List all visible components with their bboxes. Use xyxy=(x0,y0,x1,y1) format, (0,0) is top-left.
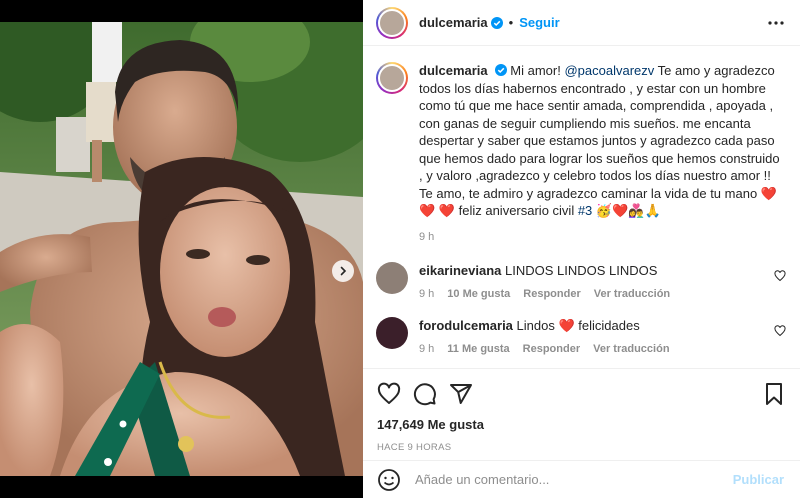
caption-lead: Mi amor! xyxy=(510,63,565,78)
comment-time[interactable]: 9 h xyxy=(419,288,434,300)
caption-mention[interactable]: @pacoalvarezv xyxy=(564,63,654,78)
comment-like-heart-icon[interactable] xyxy=(774,325,786,337)
caption-text-2: feliz aniversario civil xyxy=(455,203,578,218)
caption-meta: 9 h xyxy=(419,229,786,247)
comment-username[interactable]: eikarineviana xyxy=(419,263,501,278)
chevron-right-icon xyxy=(340,266,347,276)
comment-item: eikarineviana LINDOS LINDOS LINDOS 9 h 1… xyxy=(376,262,786,300)
comment-likes[interactable]: 10 Me gusta xyxy=(447,288,510,300)
comment-item: forodulcemaria Lindos ❤️ felicidades 9 h… xyxy=(376,317,786,355)
post-photo[interactable] xyxy=(0,22,363,476)
heart-icon[interactable] xyxy=(377,382,401,406)
comment-text-line: forodulcemaria Lindos ❤️ felicidades xyxy=(419,317,670,334)
reply-button[interactable]: Responder xyxy=(523,288,580,300)
avatar[interactable] xyxy=(376,6,408,39)
comment-body: forodulcemaria Lindos ❤️ felicidades 9 h… xyxy=(419,317,670,355)
comment-icon[interactable] xyxy=(413,382,437,406)
smiley-icon[interactable] xyxy=(377,468,401,492)
share-icon[interactable] xyxy=(449,382,473,406)
comment-input[interactable] xyxy=(415,472,733,487)
comment-text: Lindos xyxy=(516,318,559,333)
post-timestamp[interactable]: HACE 9 HORAS xyxy=(377,442,786,453)
header-separator: • xyxy=(508,15,514,30)
post-image xyxy=(0,22,363,476)
follow-button[interactable]: Seguir xyxy=(519,15,559,30)
comment-likes[interactable]: 11 Me gusta xyxy=(447,343,509,355)
translate-button[interactable]: Ver traducción xyxy=(594,288,670,300)
caption-emoji-heart: ❤️ xyxy=(438,203,455,218)
caption-body: dulcemaria Mi amor! @pacoalvarezv Te amo… xyxy=(419,62,786,246)
avatar[interactable] xyxy=(376,317,408,349)
add-comment-bar: Publicar xyxy=(363,460,800,498)
more-options-icon[interactable] xyxy=(766,13,786,33)
verified-badge-icon xyxy=(494,64,507,76)
caption-time[interactable]: 9 h xyxy=(419,229,434,247)
caption-emojis: 🥳❤️👩‍❤️‍👨🙏 xyxy=(592,203,661,218)
publish-button[interactable]: Publicar xyxy=(733,472,784,487)
bookmark-icon[interactable] xyxy=(762,382,786,406)
caption: dulcemaria Mi amor! @pacoalvarezv Te amo… xyxy=(376,62,786,246)
avatar-image xyxy=(378,64,406,92)
comment-username[interactable]: forodulcemaria xyxy=(419,318,513,333)
translate-button[interactable]: Ver traducción xyxy=(593,343,669,355)
reply-button[interactable]: Responder xyxy=(523,343,580,355)
post-header: dulcemaria • Seguir xyxy=(363,0,800,46)
avatar-image xyxy=(378,8,406,37)
comment-time[interactable]: 9 h xyxy=(419,343,434,355)
avatar[interactable] xyxy=(376,262,408,294)
caption-text: Te amo y agradezco todos los días habern… xyxy=(419,63,780,201)
comment-body: eikarineviana LINDOS LINDOS LINDOS 9 h 1… xyxy=(419,262,670,300)
avatar-image xyxy=(376,262,408,294)
comment-like-heart-icon[interactable] xyxy=(774,270,786,282)
post-side-panel: dulcemaria • Seguir dulcemaria Mi amor! … xyxy=(363,0,800,498)
comment-meta: 9 h 11 Me gusta Responder Ver traducción xyxy=(419,343,670,355)
comment-text-line: eikarineviana LINDOS LINDOS LINDOS xyxy=(419,262,670,279)
comment-text: LINDOS LINDOS LINDOS xyxy=(505,263,658,278)
comment-meta: 9 h 10 Me gusta Responder Ver traducción xyxy=(419,288,670,300)
carousel-next-button[interactable] xyxy=(332,260,354,282)
comment-emoji-heart: ❤️ xyxy=(558,318,575,333)
avatar[interactable] xyxy=(376,62,408,94)
comments-section: dulcemaria Mi amor! @pacoalvarezv Te amo… xyxy=(363,46,800,368)
action-icons xyxy=(377,381,786,407)
caption-username[interactable]: dulcemaria xyxy=(419,63,488,78)
comment-text-after: felicidades xyxy=(574,318,640,333)
verified-badge-icon xyxy=(490,16,503,29)
author-username[interactable]: dulcemaria xyxy=(419,15,488,30)
avatar-image xyxy=(376,317,408,349)
caption-hashtag[interactable]: #3 xyxy=(578,203,592,218)
likes-count[interactable]: 147,649 Me gusta xyxy=(377,417,786,432)
